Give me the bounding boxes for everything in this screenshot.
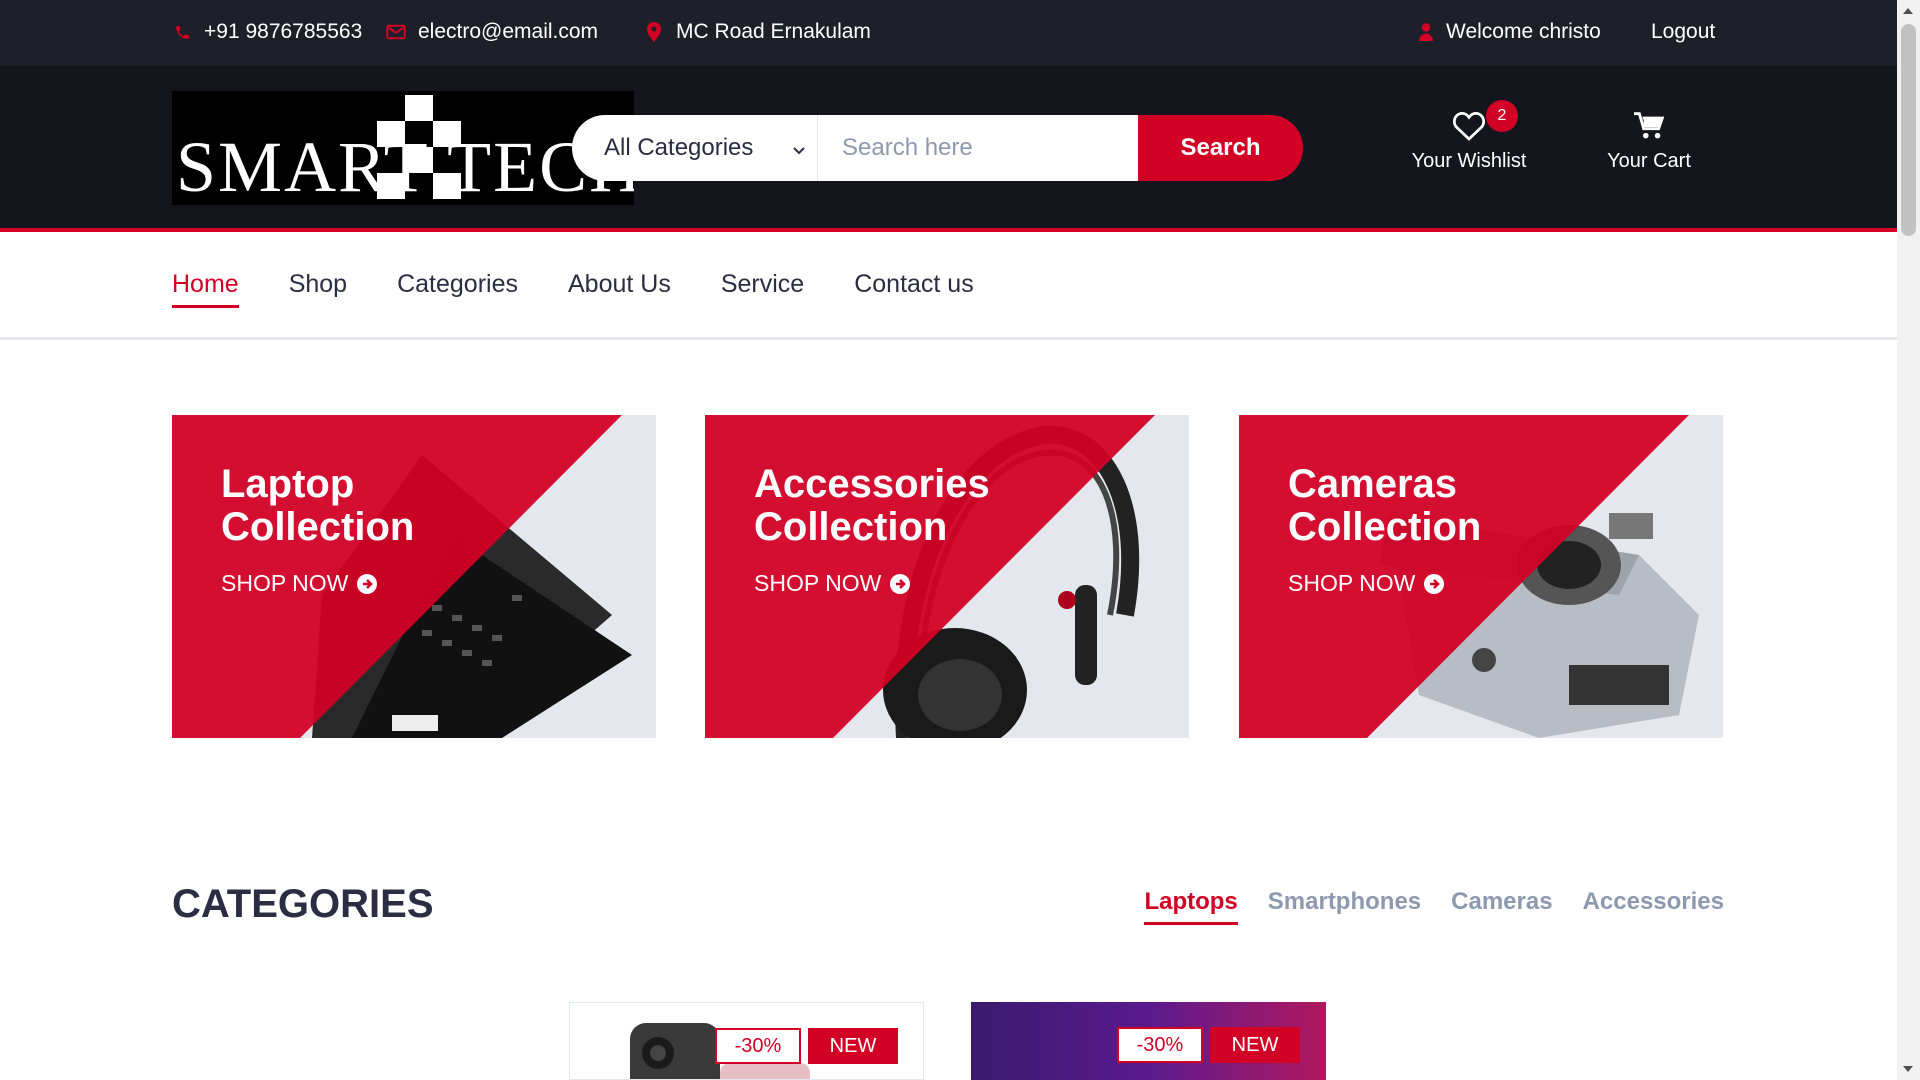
new-badge: NEW: [808, 1028, 898, 1064]
chevron-down-icon: [791, 137, 807, 165]
user-icon: [1418, 21, 1434, 43]
nav-categories[interactable]: Categories: [397, 270, 518, 308]
section-title: CATEGORIES: [172, 882, 434, 926]
tab-laptops[interactable]: Laptops: [1144, 888, 1238, 925]
envelope-icon: [386, 21, 406, 43]
scrollbar-thumb[interactable]: [1901, 24, 1916, 236]
nav-contact-us[interactable]: Contact us: [854, 270, 974, 308]
cameras-collection-card[interactable]: Cameras Collection SHOP NOW: [1239, 415, 1723, 738]
tab-accessories[interactable]: Accessories: [1583, 888, 1724, 925]
arrow-circle-right-icon: [357, 573, 378, 594]
search-button[interactable]: Search: [1138, 115, 1303, 181]
search-input[interactable]: [818, 115, 1138, 181]
logo[interactable]: SMART TECH: [172, 91, 634, 205]
product-card[interactable]: -30% NEW: [971, 1002, 1326, 1080]
email-address: electro@email.com: [418, 20, 599, 43]
category-select[interactable]: All Categories: [572, 115, 818, 181]
main-header: SMART TECH All Categories Search 2 Your …: [0, 66, 1897, 232]
arrow-circle-right-icon: [1424, 573, 1445, 594]
header-email[interactable]: electro@email.com: [386, 20, 598, 44]
category-select-value: All Categories: [604, 134, 754, 161]
collection-title: Laptop Collection: [221, 462, 415, 549]
scroll-up-arrow-icon[interactable]: [1903, 8, 1913, 14]
cart-label: Your Cart: [1607, 150, 1691, 172]
logout-link[interactable]: Logout: [1651, 20, 1715, 44]
nav-shop[interactable]: Shop: [289, 270, 347, 308]
account-welcome[interactable]: Welcome christo: [1418, 20, 1601, 44]
new-badge: NEW: [1210, 1027, 1300, 1063]
main-navigation: Home Shop Categories About Us Service Co…: [0, 236, 1897, 340]
location-text: MC Road Ernakulam: [676, 20, 871, 43]
category-tabs: Laptops Smartphones Cameras Accessories: [1144, 888, 1724, 925]
shop-now-link[interactable]: SHOP NOW: [754, 570, 911, 597]
tab-cameras[interactable]: Cameras: [1451, 888, 1552, 925]
header-location[interactable]: MC Road Ernakulam: [644, 20, 871, 44]
tab-smartphones[interactable]: Smartphones: [1268, 888, 1421, 925]
cart-link[interactable]: Your Cart: [1569, 108, 1729, 173]
scroll-down-arrow-icon[interactable]: [1903, 1066, 1913, 1072]
collection-title: Cameras Collection: [1288, 462, 1482, 549]
product-card[interactable]: -30% NEW: [569, 1002, 924, 1080]
header-phone[interactable]: +91 9876785563: [172, 20, 362, 44]
collection-title: Accessories Collection: [754, 462, 990, 549]
shop-now-link[interactable]: SHOP NOW: [1288, 570, 1445, 597]
nav-home[interactable]: Home: [172, 270, 239, 308]
shop-now-link[interactable]: SHOP NOW: [221, 570, 378, 597]
map-marker-icon: [644, 21, 664, 43]
page-scrollbar[interactable]: [1897, 0, 1920, 1080]
heart-icon: [1389, 108, 1549, 144]
welcome-text: Welcome christo: [1446, 20, 1601, 43]
logout-label: Logout: [1651, 20, 1716, 43]
arrow-circle-right-icon: [890, 573, 911, 594]
phone-number: +91 9876785563: [204, 20, 363, 43]
top-bar: +91 9876785563 electro@email.com MC Road…: [0, 0, 1897, 66]
phone-icon: [172, 21, 192, 43]
accessories-collection-card[interactable]: Accessories Collection SHOP NOW: [705, 415, 1189, 738]
logo-text: SMART TECH: [176, 127, 634, 205]
discount-tag: -30%: [1117, 1027, 1203, 1063]
wishlist-count-badge: 2: [1486, 100, 1518, 132]
nav-service[interactable]: Service: [721, 270, 804, 308]
discount-tag: -30%: [715, 1028, 801, 1064]
search-form: All Categories Search: [572, 115, 1303, 181]
wishlist-link[interactable]: 2 Your Wishlist: [1389, 100, 1549, 173]
wishlist-label: Your Wishlist: [1411, 150, 1527, 172]
nav-about-us[interactable]: About Us: [568, 270, 671, 308]
laptop-collection-card[interactable]: Laptop Collection SHOP NOW: [172, 415, 656, 738]
shopping-cart-icon: [1569, 108, 1729, 144]
